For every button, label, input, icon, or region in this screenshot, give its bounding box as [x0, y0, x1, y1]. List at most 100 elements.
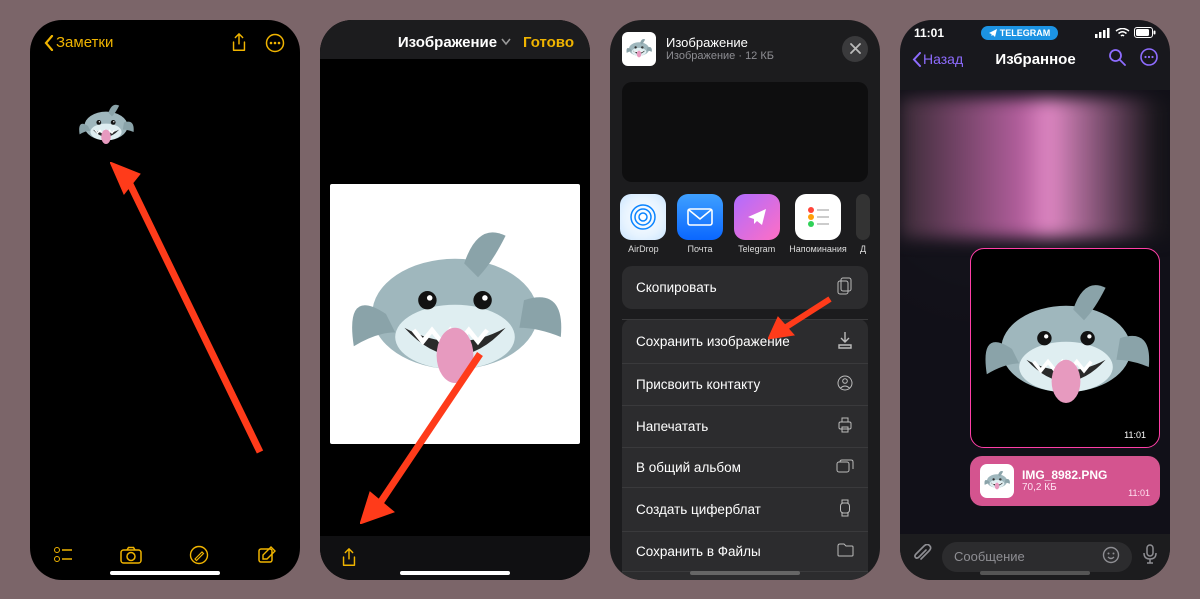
return-pill[interactable]: TELEGRAM — [981, 26, 1059, 40]
status-indicators — [1095, 27, 1156, 38]
action-watch-face[interactable]: Создать циферблат — [622, 487, 868, 531]
prev-message-blur — [900, 98, 1170, 238]
nav-bar: Заметки — [30, 20, 300, 60]
share-subtitle: Изображение · 12 КБ — [666, 50, 832, 62]
annotation-arrow — [768, 295, 838, 343]
home-indicator[interactable] — [980, 571, 1090, 575]
action-shared-album[interactable]: В общий альбом — [622, 447, 868, 487]
done-button[interactable]: Готово — [523, 34, 574, 51]
contact-icon — [836, 375, 854, 394]
share-apps-row: AirDrop Почта Telegram Напоминания Д — [610, 182, 880, 260]
ellipsis-circle-icon — [265, 33, 285, 53]
compose-button[interactable] — [256, 544, 278, 566]
share-button[interactable] — [338, 547, 360, 569]
checklist-button[interactable] — [52, 544, 74, 566]
ellipsis-circle-icon — [1140, 48, 1158, 66]
paperclip-icon — [912, 544, 932, 564]
action-assign-contact[interactable]: Присвоить контакту — [622, 363, 868, 405]
more-button[interactable] — [264, 32, 286, 54]
image-viewer[interactable] — [320, 64, 590, 536]
sticker-shark[interactable] — [70, 102, 142, 150]
app-airdrop[interactable]: AirDrop — [620, 194, 667, 254]
screen-telegram: 11:01 TELEGRAM Назад Избранное 11:01 — [900, 20, 1170, 580]
preview-thumb — [622, 32, 656, 66]
app-more[interactable]: Д — [856, 194, 870, 254]
home-indicator[interactable] — [690, 571, 800, 575]
app-mail[interactable]: Почта — [677, 194, 724, 254]
camera-button[interactable] — [120, 544, 142, 566]
wifi-icon — [1115, 28, 1130, 38]
camera-icon — [120, 546, 142, 564]
checklist-icon — [53, 546, 73, 564]
input-placeholder: Сообщение — [954, 549, 1025, 564]
mic-button[interactable] — [1142, 544, 1158, 569]
chevron-left-icon — [44, 35, 54, 51]
nav-bar: Назад Избранное — [900, 42, 1170, 79]
battery-icon — [1134, 27, 1156, 38]
chevron-left-icon — [912, 52, 921, 67]
chat-area[interactable]: 11:01 IMG_8982.PNG 70,2 КБ 11:01 — [900, 90, 1170, 534]
app-telegram[interactable]: Telegram — [733, 194, 780, 254]
back-button[interactable]: Назад — [912, 51, 963, 67]
more-button[interactable] — [1140, 48, 1158, 71]
close-icon — [850, 43, 861, 54]
share-header: Изображение Изображение · 12 КБ — [610, 20, 880, 78]
file-time: 11:01 — [1128, 488, 1150, 498]
attach-button[interactable] — [912, 544, 932, 569]
share-title: Изображение — [666, 35, 832, 50]
file-name: IMG_8982.PNG — [1022, 468, 1107, 482]
action-group-2: Сохранить изображение Присвоить контакту… — [622, 319, 868, 580]
status-bar: 11:01 TELEGRAM — [900, 20, 1170, 42]
action-save-files[interactable]: Сохранить в Файлы — [622, 531, 868, 571]
message-file[interactable]: IMG_8982.PNG 70,2 КБ 11:01 — [970, 456, 1160, 506]
note-canvas[interactable] — [30, 62, 300, 538]
more-apps-icon — [856, 194, 870, 240]
folder-icon — [836, 543, 854, 560]
album-icon — [836, 459, 854, 476]
share-icon — [340, 548, 358, 568]
screen-share-sheet: Изображение Изображение · 12 КБ AirDrop … — [610, 20, 880, 580]
home-indicator[interactable] — [400, 571, 510, 575]
screen-image-preview: Изображение Готово — [320, 20, 590, 580]
back-label: Заметки — [56, 34, 113, 51]
share-icon — [230, 33, 248, 53]
pen-circle-icon — [189, 545, 209, 565]
annotation-arrow — [360, 344, 490, 524]
app-reminders[interactable]: Напоминания — [790, 194, 846, 254]
copy-icon — [836, 277, 854, 298]
mic-icon — [1142, 544, 1158, 564]
file-size: 70,2 КБ — [1022, 482, 1107, 493]
chevron-down-icon — [501, 38, 511, 46]
telegram-pill-icon — [989, 29, 997, 37]
signal-icon — [1095, 28, 1111, 38]
sticker-button[interactable] — [1102, 546, 1120, 567]
title-menu[interactable]: Изображение — [398, 34, 511, 51]
home-indicator[interactable] — [110, 571, 220, 575]
watch-icon — [836, 499, 854, 520]
close-button[interactable] — [842, 36, 868, 62]
action-print[interactable]: Напечатать — [622, 405, 868, 447]
search-button[interactable] — [1108, 48, 1126, 71]
print-icon — [836, 417, 854, 436]
download-icon — [836, 331, 854, 352]
shark-thumb-icon — [625, 37, 653, 61]
reminders-icon — [795, 194, 841, 240]
message-time: 11:01 — [1119, 429, 1151, 441]
message-input[interactable]: Сообщение — [942, 542, 1132, 572]
annotation-arrow — [110, 162, 270, 462]
compose-icon — [257, 545, 277, 565]
message-image[interactable]: 11:01 — [970, 248, 1160, 448]
share-button[interactable] — [228, 32, 250, 54]
file-thumb — [980, 464, 1014, 498]
sticker-icon — [1102, 546, 1120, 564]
back-button[interactable]: Заметки — [44, 34, 113, 51]
preview-area[interactable] — [622, 82, 868, 182]
chat-title[interactable]: Избранное — [995, 51, 1075, 68]
screen-notes: Заметки — [30, 20, 300, 580]
shark-image — [976, 274, 1156, 424]
markup-button[interactable] — [188, 544, 210, 566]
mail-icon — [677, 194, 723, 240]
airdrop-icon — [620, 194, 666, 240]
search-icon — [1108, 48, 1126, 66]
nav-bar: Изображение Готово — [320, 20, 590, 59]
